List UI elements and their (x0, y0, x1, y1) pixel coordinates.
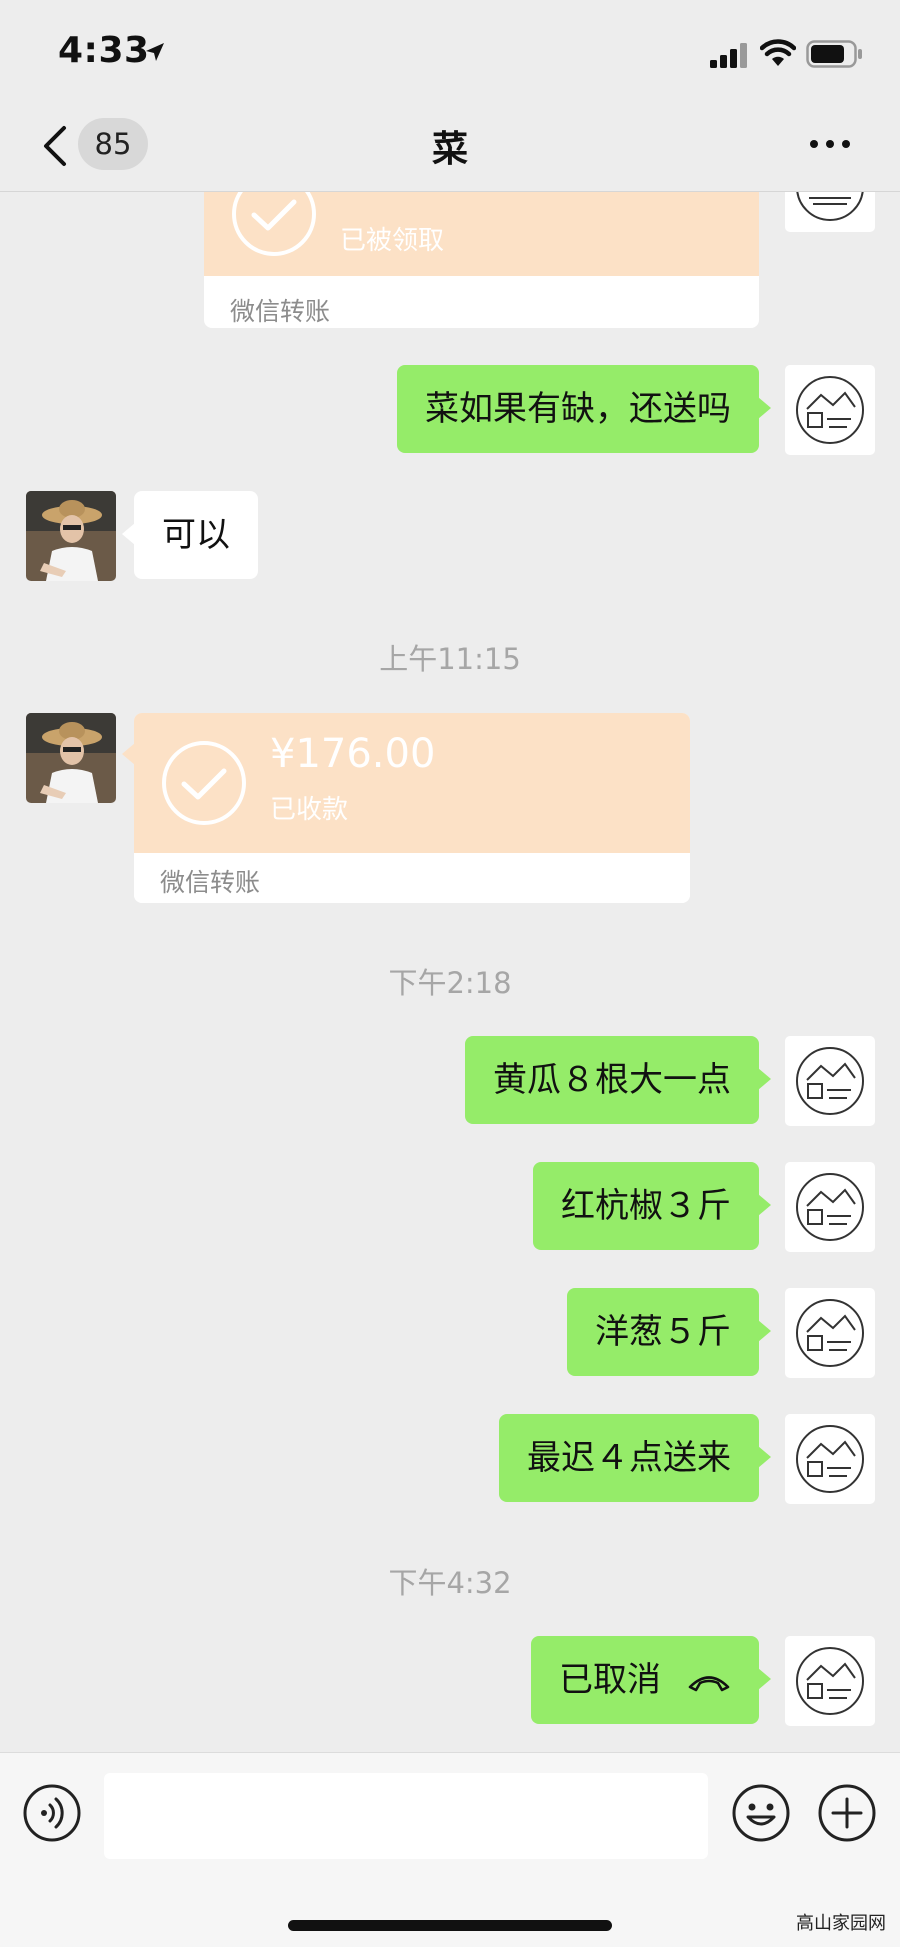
transfer-card-sent[interactable]: 已被领取 微信转账 (204, 192, 759, 328)
transfer-label: 微信转账 (230, 297, 331, 326)
back-chevron-icon[interactable] (40, 124, 70, 168)
location-arrow-icon (146, 43, 164, 61)
timestamp: 下午4:32 (388, 1566, 512, 1600)
chat-history[interactable]: 已被领取 微信转账 菜如果有缺，还送吗 可以 上午11:15 ¥176.00 已… (0, 192, 900, 1752)
status-bar: 4:33 (0, 0, 900, 100)
transfer-amount: ¥176.00 (270, 731, 436, 777)
plus-icon[interactable] (817, 1783, 877, 1843)
more-icon[interactable] (808, 136, 852, 152)
my-avatar[interactable] (785, 365, 875, 455)
message-bubble-incoming[interactable]: 可以 (122, 491, 258, 579)
my-avatar[interactable] (785, 1636, 875, 1726)
my-avatar[interactable] (785, 1288, 875, 1378)
transfer-status: 已被领取 (340, 226, 445, 256)
status-time: 4:33 (58, 30, 150, 71)
unread-count-badge[interactable]: 85 (78, 118, 148, 170)
message-bubble-outgoing[interactable]: 洋葱５斤 (567, 1288, 771, 1376)
my-avatar[interactable] (785, 1036, 875, 1126)
input-bar: 高山家园网 (0, 1752, 900, 1947)
chat-title: 菜 (431, 129, 468, 170)
watermark-text: 高山家园网 (796, 1913, 886, 1934)
wifi-icon (760, 39, 796, 66)
message-bubble-outgoing[interactable]: 黄瓜８根大一点 (465, 1036, 771, 1124)
battery-icon (806, 40, 862, 68)
emoji-icon[interactable] (731, 1783, 791, 1843)
transfer-label: 微信转账 (160, 868, 261, 897)
nav-bar: 85 菜 (0, 100, 900, 192)
check-circle-icon (232, 192, 316, 256)
home-indicator[interactable] (288, 1920, 612, 1931)
transfer-status: 已收款 (270, 795, 349, 825)
my-avatar[interactable] (785, 1414, 875, 1504)
contact-avatar[interactable] (26, 713, 116, 803)
my-avatar[interactable] (785, 1162, 875, 1252)
check-circle-icon (162, 741, 246, 825)
signal-icon (710, 43, 747, 68)
avatar-photo-image (26, 713, 116, 803)
voice-icon[interactable] (22, 1783, 82, 1843)
call-status: 已取消 (559, 1660, 661, 1700)
avatar-logo-image (785, 365, 875, 455)
transfer-card-received[interactable]: ¥176.00 已收款 微信转账 (122, 713, 690, 903)
avatar-logo-image (785, 1162, 875, 1252)
avatar-photo-image (26, 491, 116, 581)
avatar-logo-image (785, 1036, 875, 1126)
call-record-bubble[interactable]: 已取消 (531, 1636, 771, 1724)
message-bubble-outgoing[interactable]: 菜如果有缺，还送吗 (397, 365, 771, 453)
avatar-logo-image (785, 192, 875, 232)
avatar-logo-image (785, 1288, 875, 1378)
avatar-logo-image (785, 1636, 875, 1726)
message-bubble-outgoing[interactable]: 红杭椒３斤 (533, 1162, 771, 1250)
timestamp: 下午2:18 (388, 966, 512, 1000)
contact-avatar[interactable] (26, 491, 116, 581)
timestamp: 上午11:15 (379, 642, 521, 676)
phone-hangup-icon (688, 1675, 730, 1691)
message-bubble-outgoing[interactable]: 最迟４点送来 (499, 1414, 771, 1502)
avatar-logo-image (785, 1414, 875, 1504)
my-avatar[interactable] (785, 192, 875, 232)
message-input[interactable] (104, 1773, 708, 1859)
